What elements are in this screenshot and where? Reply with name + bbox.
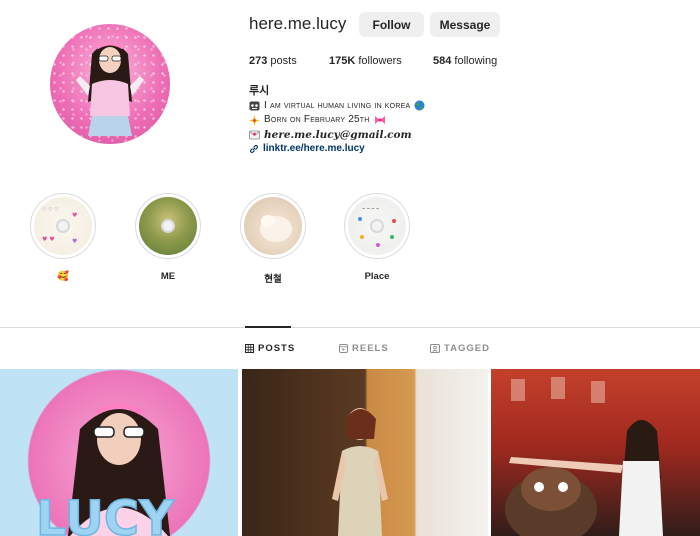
- tab-tagged-label: TAGGED: [444, 343, 490, 354]
- highlight-label: ME: [160, 271, 176, 282]
- posts-count-label: posts: [270, 55, 297, 67]
- envelope-heart-icon: [249, 130, 260, 140]
- link-icon: [249, 145, 259, 154]
- tab-posts[interactable]: POSTS: [245, 343, 295, 354]
- active-tab-indicator: [245, 326, 291, 328]
- posts-count-value: 273: [249, 55, 268, 67]
- post-image-doorway-portrait: [332, 408, 388, 536]
- highlight-item[interactable]: ♡ ♡ ♡ ♥ ♥ ♥ ♥ 🥰: [29, 193, 97, 282]
- highlight-item[interactable]: ME: [134, 193, 202, 282]
- highlight-label: 🥰: [57, 271, 69, 282]
- svg-text:LUCY: LUCY: [36, 491, 175, 536]
- sparkle-burst-icon: [249, 114, 260, 126]
- svg-text:~ ~ ~ ~: ~ ~ ~ ~: [362, 206, 379, 211]
- following-count-value: 584: [433, 55, 452, 67]
- cd-dog-icon: [244, 197, 302, 255]
- post-thumbnail[interactable]: [242, 369, 488, 536]
- followers-count-value: 175K: [329, 55, 356, 67]
- bio-email: here.me.lucy@gmail.com: [264, 128, 412, 141]
- bio-line-virtual: I am virtual human living in korea: [249, 99, 569, 114]
- post-thumbnail[interactable]: LUCY: [0, 369, 238, 536]
- tagged-icon: [430, 344, 440, 353]
- svg-text:♥ ♥: ♥ ♥: [42, 236, 55, 243]
- bio-link-text: linktr.ee/here.me.lucy: [263, 143, 365, 154]
- globe-icon: [414, 100, 425, 111]
- highlight-label: 현철: [264, 274, 282, 285]
- followers-link[interactable]: 175K followers: [329, 55, 402, 67]
- highlight-item[interactable]: 현철: [239, 193, 307, 285]
- post-image-pink-portrait: LUCY: [35, 403, 176, 536]
- bio-website-link[interactable]: linktr.ee/here.me.lucy: [249, 142, 569, 157]
- svg-text:♥: ♥: [72, 238, 77, 245]
- tabs-divider: [0, 327, 700, 328]
- message-button[interactable]: Message: [430, 12, 500, 37]
- tab-reels[interactable]: REELS: [339, 343, 389, 354]
- profile-bio: 루시 I am virtual human living in korea Bo…: [249, 84, 569, 157]
- tab-reels-label: REELS: [352, 343, 389, 354]
- profile-username: here.me.lucy: [249, 14, 347, 33]
- avatar-figure: [76, 42, 144, 136]
- tab-posts-label: POSTS: [258, 343, 296, 354]
- bio-birthday-text: Born on February 25th: [264, 114, 370, 125]
- grid-icon: [245, 344, 254, 353]
- bio-line-email: here.me.lucy@gmail.com: [249, 128, 569, 143]
- ribbon-icon: [374, 116, 385, 125]
- posts-count: 273 posts: [249, 55, 297, 67]
- post-image-concert-stage: [505, 377, 663, 536]
- bio-line-birthday: Born on February 25th: [249, 113, 569, 128]
- highlight-item[interactable]: ~ ~ ~ ~ Place: [343, 193, 411, 282]
- post-thumbnail[interactable]: [491, 369, 700, 536]
- svg-text:♡ ♡ ♡: ♡ ♡ ♡: [42, 207, 59, 213]
- profile-avatar[interactable]: [50, 24, 170, 144]
- highlight-ring: ~ ~ ~ ~: [344, 193, 410, 259]
- bio-full-name: 루시: [249, 85, 270, 97]
- following-count-label: following: [454, 55, 498, 67]
- cd-hearts-icon: ♡ ♡ ♡ ♥ ♥ ♥ ♥: [34, 197, 92, 255]
- follow-button[interactable]: Follow: [359, 12, 424, 37]
- highlight-label: Place: [364, 271, 390, 282]
- highlight-ring: [240, 193, 306, 259]
- highlight-ring: ♡ ♡ ♡ ♥ ♥ ♥ ♥: [30, 193, 96, 259]
- robot-face-icon: [249, 101, 260, 111]
- reels-icon: [339, 344, 348, 353]
- tab-tagged[interactable]: TAGGED: [430, 343, 490, 354]
- svg-text:♥: ♥: [72, 212, 77, 219]
- bio-virtual-text: I am virtual human living in korea: [264, 99, 411, 111]
- cd-stickers-icon: ~ ~ ~ ~: [348, 197, 406, 255]
- highlight-ring: [135, 193, 201, 259]
- followers-count-label: followers: [358, 55, 402, 67]
- following-link[interactable]: 584 following: [433, 55, 497, 67]
- cd-garden-icon: [139, 197, 197, 255]
